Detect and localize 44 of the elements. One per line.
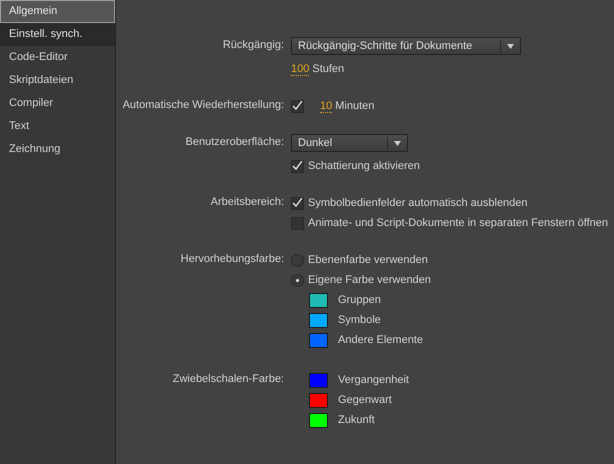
radio-label: Ebenenfarbe verwenden [308, 254, 428, 266]
checkbox[interactable] [291, 216, 304, 230]
color-label: Andere Elemente [338, 334, 423, 346]
color-swatch[interactable] [309, 392, 328, 408]
dropdown[interactable]: Dunkel [291, 134, 408, 152]
color-swatch[interactable] [309, 292, 328, 308]
unit-label: Stufen [312, 63, 344, 75]
radio-button[interactable] [291, 274, 304, 286]
checkbox-label: Schattierung aktivieren [308, 160, 420, 172]
radio-button[interactable] [291, 254, 304, 266]
setting-label: Automatische Wiederherstellung: [122, 99, 284, 111]
setting-label: Arbeitsbereich: [210, 196, 284, 208]
checkbox[interactable] [291, 100, 304, 112]
color-swatch[interactable] [309, 312, 328, 328]
color-label: Zukunft [338, 414, 375, 426]
checkbox[interactable] [291, 160, 304, 172]
checkbox-label: Animate- und Script-Dokumente in separaten Fenstern öffnen [308, 217, 608, 229]
unit-label: Minuten [335, 100, 374, 112]
setting-label: Benutzeroberfläche: [186, 136, 284, 148]
caret-icon [394, 140, 401, 146]
sidebar-item[interactable]: Compiler [0, 92, 115, 115]
color-swatch[interactable] [309, 372, 328, 388]
setting-label: Zwiebelschalen-Farbe: [172, 373, 284, 385]
radio-label: Eigene Farbe verwenden [308, 274, 431, 286]
setting-label: Rückgängig: [222, 39, 284, 51]
color-swatch[interactable] [309, 412, 328, 428]
sidebar-item[interactable]: Skriptdateien [0, 69, 115, 92]
number-value[interactable]: 10 [320, 100, 332, 112]
sidebar-item[interactable]: Einstell. synch. [0, 23, 115, 46]
checkbox[interactable] [291, 196, 304, 210]
checkbox-label: Symbolbedienfelder automatisch ausblenden [308, 197, 528, 209]
color-label: Symbole [338, 314, 381, 326]
setting-label: Hervorhebungsfarbe: [180, 253, 284, 265]
sidebar-item[interactable]: Text [0, 115, 115, 138]
sidebar-item[interactable]: Zeichnung [0, 138, 115, 161]
sidebar-item[interactable]: Code-Editor [0, 46, 115, 69]
color-label: Gruppen [338, 294, 381, 306]
number-value[interactable]: 100 [291, 62, 310, 76]
color-swatch[interactable] [309, 332, 328, 348]
color-label: Gegenwart [338, 394, 392, 406]
caret-icon [507, 44, 514, 48]
color-label: Vergangenheit [338, 374, 409, 386]
sidebar-item[interactable]: Allgemein [0, 0, 115, 23]
dropdown[interactable]: Rückgängig-Schritte für Dokumente [291, 37, 522, 55]
